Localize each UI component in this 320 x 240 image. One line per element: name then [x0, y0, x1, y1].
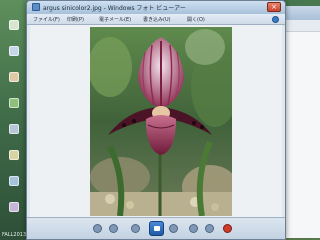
- titlebar[interactable]: argus sinicolor2.jpg - Windows フォト ビューアー…: [27, 1, 285, 14]
- menu-item-burn[interactable]: 書き込み(U): [143, 16, 171, 23]
- close-button[interactable]: ×: [267, 2, 281, 12]
- actual-size-icon[interactable]: [109, 224, 118, 233]
- desktop-icon[interactable]: [9, 98, 19, 108]
- viewer-control-bar: [27, 217, 285, 239]
- image-canvas: [30, 25, 282, 218]
- desktop-icon[interactable]: [9, 150, 19, 160]
- desktop-icon[interactable]: [9, 46, 19, 56]
- app-icon: [32, 3, 40, 11]
- menu-item-open[interactable]: 開く(O): [187, 16, 205, 23]
- desktop-icon[interactable]: [9, 176, 19, 186]
- menu-bar: ファイル(F) 印刷(P) 電子メール(E) 書き込み(U) 開く(O): [27, 14, 285, 25]
- menu-item-print[interactable]: 印刷(P): [67, 16, 84, 23]
- slideshow-button[interactable]: [149, 221, 164, 236]
- desktop-icon[interactable]: [9, 20, 19, 30]
- desktop-icon[interactable]: [9, 124, 19, 134]
- zoom-icon[interactable]: [93, 224, 102, 233]
- photo-image: [90, 27, 232, 216]
- previous-icon[interactable]: [131, 224, 140, 233]
- photo-viewer-window: argus sinicolor2.jpg - Windows フォト ビューアー…: [26, 0, 286, 240]
- next-icon[interactable]: [169, 224, 178, 233]
- desktop-icon[interactable]: [9, 72, 19, 82]
- window-title: argus sinicolor2.jpg - Windows フォト ビューアー: [43, 5, 186, 12]
- rotate-right-icon[interactable]: [205, 224, 214, 233]
- orchid-photo-drawing: [90, 27, 232, 216]
- help-icon[interactable]: [272, 16, 279, 23]
- desktop-icon[interactable]: [9, 202, 19, 212]
- rotate-left-icon[interactable]: [189, 224, 198, 233]
- desktop-caption: FALL2013: [2, 232, 27, 238]
- delete-icon[interactable]: [223, 224, 232, 233]
- menu-item-email[interactable]: 電子メール(E): [99, 16, 131, 23]
- menu-item-file[interactable]: ファイル(F): [33, 16, 60, 23]
